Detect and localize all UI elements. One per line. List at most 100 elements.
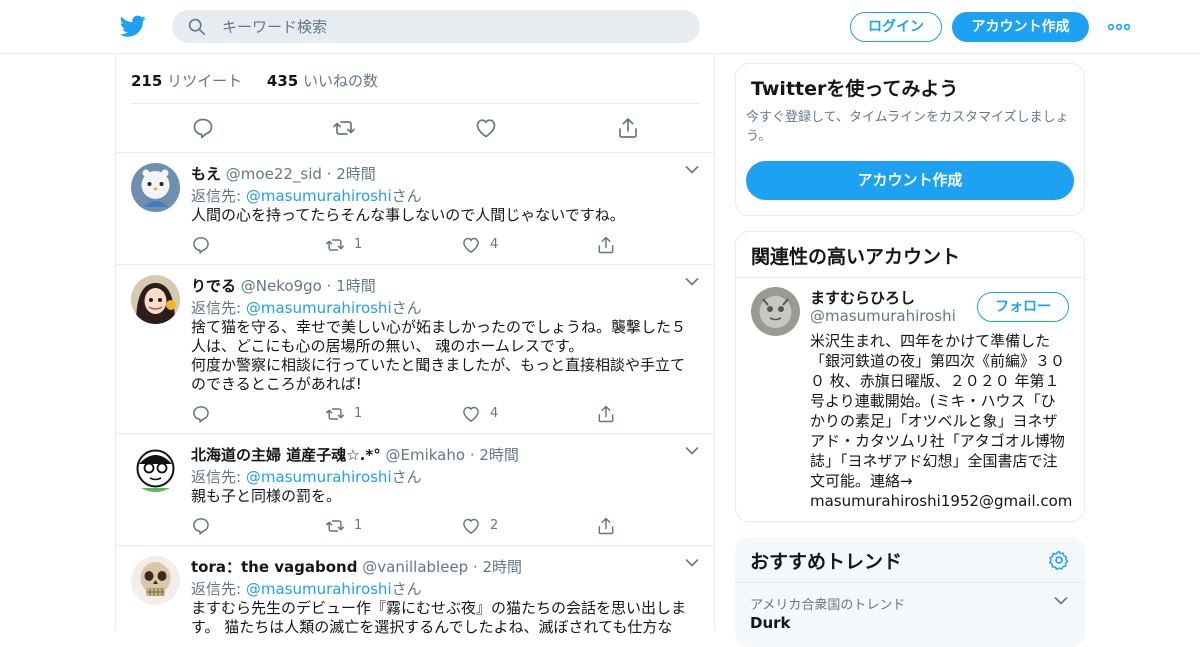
avatar[interactable]: [131, 556, 180, 605]
avatar[interactable]: [131, 275, 180, 324]
tweet-actions: 1 2: [191, 516, 701, 536]
author-handle[interactable]: @vanillableep: [362, 558, 468, 576]
reply-icon[interactable]: [191, 235, 211, 255]
share-icon[interactable]: [616, 116, 640, 140]
gear-icon[interactable]: [1048, 549, 1070, 571]
related-accounts-card: 関連性の高いアカウント ますむらひろし @masumurahiroshi フォロ…: [735, 231, 1085, 522]
reply-handle-link[interactable]: @masumurahiroshi: [246, 580, 392, 598]
avatar[interactable]: [131, 163, 180, 212]
author-handle[interactable]: @Neko9go: [241, 277, 322, 295]
main-tweet-actions: [116, 116, 716, 144]
tweet-text-line: 親も子と同様の罰を。: [191, 487, 342, 505]
retweet-icon[interactable]: [325, 235, 345, 255]
author-name[interactable]: もえ: [191, 165, 221, 183]
divider: [131, 103, 700, 104]
reply-to-line: 返信先: @masumurahiroshiさん: [191, 578, 422, 599]
tweet-text-line: のできるところがあれば!: [191, 375, 362, 393]
bio-line: かりの素足」「オツベルと象」ヨネザ: [810, 412, 1058, 430]
reply-tweet[interactable]: りでる @Neko9go · 1時間 返信先: @masumurahiroshi…: [116, 265, 714, 434]
author-handle[interactable]: @Emikaho: [386, 446, 466, 464]
author-handle[interactable]: @moe22_sid: [226, 165, 322, 183]
tweet-timestamp[interactable]: · 2時間: [470, 446, 519, 464]
avatar[interactable]: [131, 444, 180, 493]
tweet-timestamp[interactable]: · 1時間: [327, 277, 376, 295]
try-twitter-card: Twitterを使ってみよう 今すぐ登録して、タイムラインをカスタマイズしましょ…: [735, 63, 1085, 216]
author-name[interactable]: りでる: [191, 277, 236, 295]
reply-tweet[interactable]: 北海道の主婦 道産子魂☆.*° @Emikaho · 2時間 返信先: @mas…: [116, 434, 714, 546]
search-icon: [188, 18, 206, 36]
retweet-icon[interactable]: [325, 404, 345, 424]
tweet-actions: 1 4: [191, 404, 701, 424]
twitter-bird-icon[interactable]: [119, 13, 147, 39]
follow-button[interactable]: フォロー: [977, 292, 1069, 322]
divider: [735, 582, 1085, 583]
tweet-text: 捨て猫を守る、幸せで美しい心が妬ましかったのでしょうね。襲撃した５ 人は、どこに…: [191, 318, 691, 394]
like-count-label[interactable]: いいねの数: [303, 72, 378, 90]
like-icon[interactable]: [474, 116, 498, 140]
retweet-icon[interactable]: [325, 516, 345, 536]
signup-button[interactable]: アカウント作成: [952, 12, 1089, 42]
retweet-count-label[interactable]: リツイート: [167, 72, 242, 90]
reply-prefix: 返信先:: [191, 299, 246, 317]
reply-icon[interactable]: [191, 116, 215, 140]
avatar[interactable]: [751, 287, 800, 336]
reply-icon[interactable]: [191, 404, 211, 424]
search-box[interactable]: [172, 10, 700, 43]
tweet-timeline-column: 215 リツイート 435 いいねの数 もえ @moe22_sid · 2時間 …: [115, 54, 716, 636]
reply-icon[interactable]: [191, 516, 211, 536]
share-icon[interactable]: [596, 404, 616, 424]
reply-handle-link[interactable]: @masumurahiroshi: [246, 187, 392, 205]
bio-line: ０ 枚、赤旗日曜版、２０２０ 年第１: [810, 372, 1060, 390]
bio-line: 「銀河鉄道の夜」第四次《前編》３０: [810, 352, 1066, 370]
bio-line: masumurahiroshi1952@gmail.com: [810, 492, 1073, 510]
account-bio: 米沢生まれ、四年をかけて準備した 「銀河鉄道の夜」第四次《前編》３０ ０ 枚、赤…: [810, 331, 1078, 511]
trend-item[interactable]: Durk: [750, 614, 791, 632]
like-count[interactable]: 435: [267, 72, 298, 90]
reply-to-line: 返信先: @masumurahiroshiさん: [191, 297, 422, 318]
retweet-count[interactable]: 215: [131, 72, 162, 90]
login-button[interactable]: ログイン: [850, 12, 942, 42]
author-name[interactable]: tora：the vagabond: [191, 558, 357, 576]
tweet-text-line: 何度か警察に相談に行っていたと聞きましたが、もっと直接相談や手立て: [191, 356, 685, 374]
bio-line: 誌」「ヨネザアド幻想」全国書店で注: [810, 452, 1058, 470]
share-icon[interactable]: [596, 516, 616, 536]
tweet-text-line: 人は、どこにも心の居場所の無い、 魂のホームレスです。: [191, 337, 584, 355]
like-icon[interactable]: [461, 404, 481, 424]
tweet-actions: 1 4: [191, 235, 701, 255]
more-options-icon[interactable]: [1107, 17, 1131, 37]
tweet-text-line: す。 猫たちは人類の滅亡を選択するんでしたよね、滅ぼされても仕方な: [191, 618, 673, 636]
tweet-stats: 215 リツイート 435 いいねの数: [131, 70, 378, 91]
like-icon[interactable]: [461, 235, 481, 255]
share-icon[interactable]: [596, 235, 616, 255]
search-input[interactable]: [222, 10, 682, 43]
chevron-down-icon[interactable]: [685, 165, 699, 175]
tweet-timestamp[interactable]: · 2時間: [473, 558, 522, 576]
tweet-text: ますむら先生のデビュー作『霧にむせぶ夜』の猫たちの会話を思い出しま す。 猫たち…: [191, 599, 691, 637]
reply-handle-link[interactable]: @masumurahiroshi: [246, 299, 392, 317]
tweet-header: りでる @Neko9go · 1時間: [191, 275, 376, 296]
retweet-count: 1: [354, 406, 363, 421]
reply-tweet[interactable]: もえ @moe22_sid · 2時間 返信先: @masumurahirosh…: [116, 153, 714, 265]
tweet-timestamp[interactable]: · 2時間: [327, 165, 376, 183]
chevron-down-icon[interactable]: [685, 558, 699, 568]
card-description: 今すぐ登録して、タイムラインをカスタマイズしましょ う。: [746, 108, 1076, 146]
chevron-down-icon[interactable]: [1054, 596, 1068, 606]
signup-button[interactable]: アカウント作成: [746, 161, 1074, 200]
author-name[interactable]: 北海道の主婦 道産子魂☆.*°: [191, 446, 381, 464]
reply-tweet[interactable]: tora：the vagabond @vanillableep · 2時間 返信…: [116, 546, 714, 636]
reply-suffix: さん: [391, 299, 422, 317]
retweet-icon[interactable]: [332, 116, 356, 140]
chevron-down-icon[interactable]: [685, 446, 699, 456]
bio-line: 号より連載開始。(ミキ・ハウス「ひ: [810, 392, 1056, 410]
chevron-down-icon[interactable]: [685, 277, 699, 287]
tweet-text-line: 人間の心を持ってたらそんな事しないので人間じゃないですね。: [191, 206, 625, 224]
bio-line: 文可能。連絡→: [810, 472, 913, 490]
tweet-header: tora：the vagabond @vanillableep · 2時間: [191, 556, 522, 577]
account-handle[interactable]: @masumurahiroshi: [810, 307, 956, 325]
reply-handle-link[interactable]: @masumurahiroshi: [246, 468, 392, 486]
like-icon[interactable]: [461, 516, 481, 536]
reply-suffix: さん: [391, 187, 422, 205]
tweet-text-line: ますむら先生のデビュー作『霧にむせぶ夜』の猫たちの会話を思い出しま: [191, 599, 687, 617]
like-count: 4: [490, 237, 499, 252]
account-name[interactable]: ますむらひろし: [810, 287, 915, 308]
